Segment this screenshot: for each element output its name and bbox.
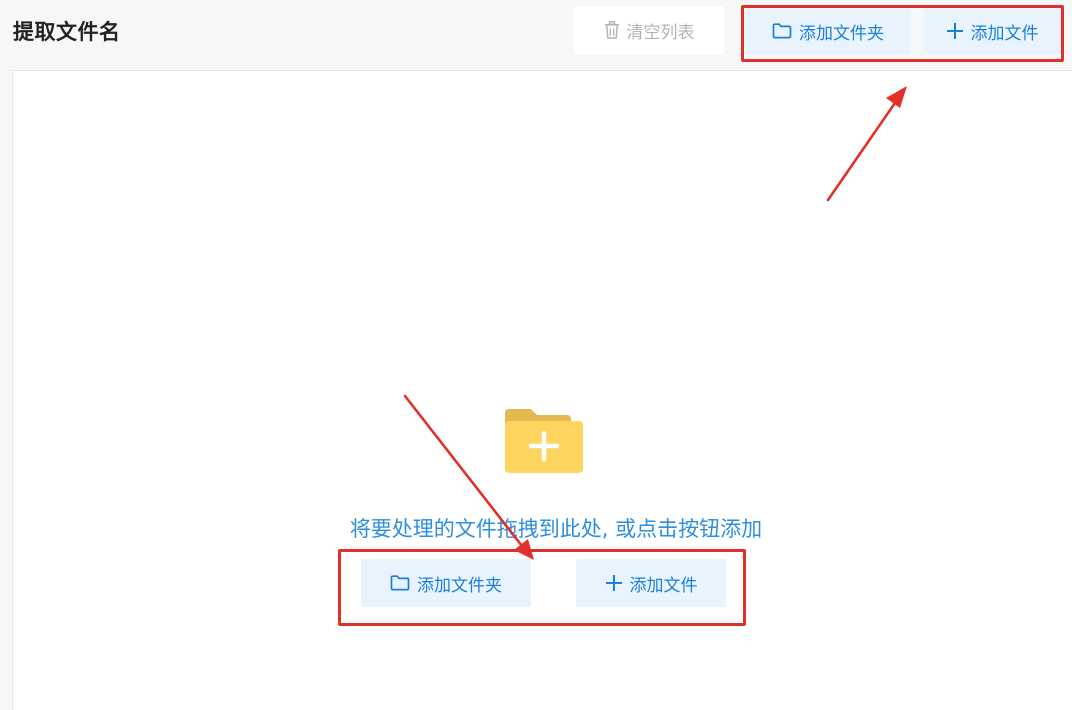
folder-outline-icon <box>390 575 410 591</box>
file-drop-area[interactable]: 将要处理的文件拖拽到此处, 或点击按钮添加 添加文件夹 添加文件 <box>12 70 1072 710</box>
plus-icon <box>946 22 964 40</box>
drop-add-folder-label: 添加文件夹 <box>417 575 502 596</box>
page-title: 提取文件名 <box>13 20 121 44</box>
drop-add-file-label: 添加文件 <box>629 575 698 596</box>
drop-add-folder-button[interactable]: 添加文件夹 <box>361 559 531 607</box>
add-folder-label: 添加文件夹 <box>799 23 884 44</box>
folder-outline-icon <box>772 23 792 39</box>
drop-hint-text: 将要处理的文件拖拽到此处, 或点击按钮添加 <box>349 517 763 541</box>
add-file-label: 添加文件 <box>970 23 1039 44</box>
trash-icon <box>604 21 620 39</box>
folder-add-icon <box>503 407 585 475</box>
add-file-button[interactable]: 添加文件 <box>924 8 1060 54</box>
clear-list-label: 清空列表 <box>626 22 695 43</box>
add-folder-button[interactable]: 添加文件夹 <box>746 8 910 54</box>
plus-icon <box>605 574 623 592</box>
drop-add-file-button[interactable]: 添加文件 <box>576 559 726 607</box>
app-window: 提取文件名 清空列表 添加文件夹 添加文件 将要处理的文件拖拽到此处, 或点击按… <box>0 0 1072 710</box>
clear-list-button[interactable]: 清空列表 <box>574 6 724 54</box>
